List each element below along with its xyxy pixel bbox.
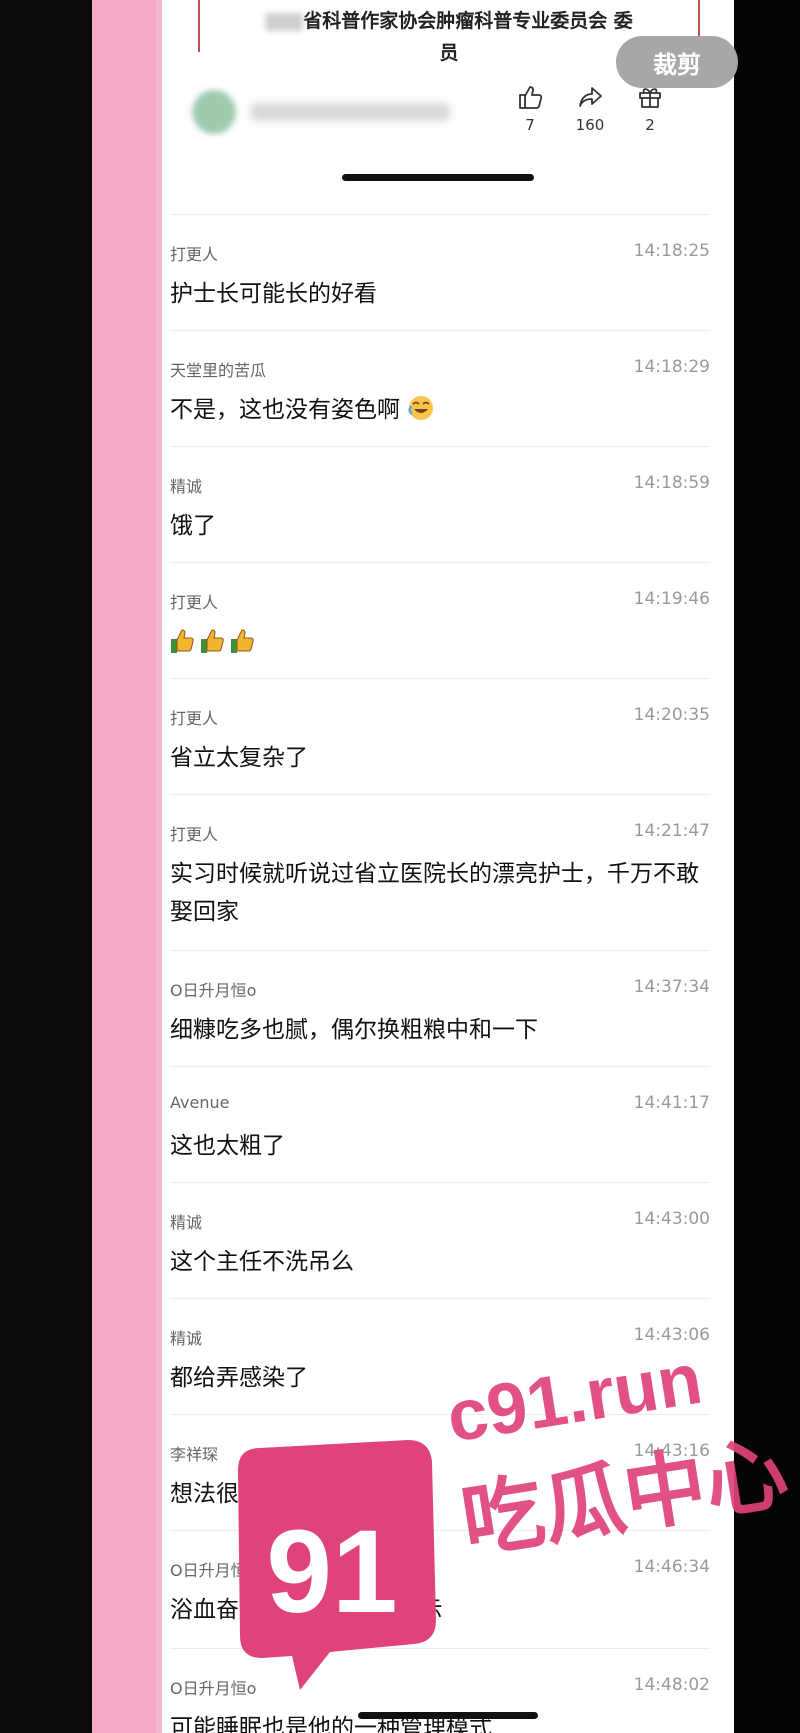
comment-item[interactable]: 精诚 14:18:59 饿了 (170, 446, 710, 563)
gift-button[interactable]: 2 (628, 84, 672, 134)
blurred-text (265, 12, 304, 31)
thumb-up-icon (519, 86, 543, 109)
like-count: 7 (525, 116, 535, 134)
comment-time: 14:21:47 (633, 821, 710, 841)
gift-icon (639, 88, 661, 108)
right-border (734, 0, 800, 1733)
comment-text-row: 浴血奋战吧 图里有提示 (170, 1591, 710, 1629)
home-indicator (342, 174, 534, 181)
comment-time: 14:43:16 (633, 1441, 710, 1461)
home-indicator-bottom (358, 1712, 538, 1719)
comment-user[interactable]: 打更人 (170, 241, 218, 265)
comment-emoji-row (170, 623, 710, 661)
share-button[interactable]: 160 (568, 84, 612, 134)
author-name-blurred (250, 103, 450, 121)
comment-time: 14:43:00 (633, 1209, 710, 1229)
comment-text: 这个主任不洗吊么 (170, 1249, 354, 1275)
laugh-cry-emoji-icon (408, 396, 434, 420)
comment-text: 护士长可能长的好看 (170, 281, 377, 307)
comment-time: 14:43:06 (633, 1325, 710, 1345)
comment-time: 14:18:25 (633, 241, 710, 261)
screenshot-frame: 省科普作家协会肿瘤科普专业委员会 委 员 裁剪 7 160 2 打更人 14:1… (0, 0, 800, 1733)
phone-screen: 省科普作家协会肿瘤科普专业委员会 委 员 裁剪 7 160 2 打更人 14:1… (162, 0, 738, 1733)
comment-item[interactable]: 打更人 14:18:25 护士长可能长的好看 (170, 214, 710, 331)
comment-text: 饿了 (170, 513, 216, 539)
comment-user[interactable]: 天堂里的苦瓜 (170, 357, 266, 381)
comment-item[interactable]: 打更人 14:21:47 实习时候就听说过省立医院长的漂亮护士，千万不敢娶回家 (170, 794, 710, 951)
author-row[interactable] (192, 90, 450, 134)
comment-user[interactable]: O日升月恒o (170, 1557, 256, 1581)
comment-time: 14:41:17 (633, 1093, 710, 1113)
comment-text: 图里有提示 (327, 1597, 443, 1623)
comment-item[interactable]: 精诚 14:43:00 这个主任不洗吊么 (170, 1182, 710, 1299)
comment-item[interactable]: 打更人 14:19:46 (170, 562, 710, 679)
comment-text: 都给弄感染了 (170, 1365, 308, 1391)
like-button[interactable]: 7 (508, 84, 552, 134)
comment-time: 14:18:29 (633, 357, 710, 377)
comment-user[interactable]: 李祥琛 (170, 1441, 218, 1465)
crop-button[interactable]: 裁剪 (616, 36, 738, 88)
comment-item[interactable]: 打更人 14:20:35 省立太复杂了 (170, 678, 710, 795)
avatar[interactable] (192, 90, 236, 134)
comment-item[interactable]: 李祥琛 14:43:16 想法很危险 (170, 1414, 710, 1531)
gift-count: 2 (645, 116, 655, 134)
comment-time: 14:37:34 (633, 977, 710, 997)
post-card-text-1: 省科普作家协会肿瘤科普专业委员会 委 (303, 10, 633, 32)
comment-user[interactable]: 精诚 (170, 473, 202, 497)
comment-item[interactable]: Avenue 14:41:17 这也太粗了 (170, 1066, 710, 1183)
comment-user[interactable]: Avenue (170, 1093, 229, 1112)
comment-time: 14:19:46 (633, 589, 710, 609)
comment-time: 14:48:02 (633, 1675, 710, 1695)
comment-text: 浴血奋战吧 (170, 1597, 285, 1623)
share-count: 160 (575, 116, 605, 134)
comment-item[interactable]: 天堂里的苦瓜 14:18:29 不是，这也没有姿色啊 (170, 330, 710, 447)
comment-user[interactable]: 打更人 (170, 821, 218, 845)
comment-text: 实习时候就听说过省立医院长的漂亮护士，千万不敢娶回家 (170, 861, 699, 925)
thumbs-up-emoji-icon (171, 629, 254, 653)
share-icon (579, 87, 602, 107)
comment-text: 这也太粗了 (170, 1133, 285, 1159)
left-border (0, 0, 92, 1733)
comment-user[interactable]: 打更人 (170, 589, 218, 613)
comment-text: 想法很危险 (170, 1481, 285, 1507)
comment-item[interactable]: O日升月恒o 14:46:34 浴血奋战吧 图里有提示 (170, 1530, 710, 1649)
comment-time: 14:20:35 (633, 705, 710, 725)
comment-text: 省立太复杂了 (170, 745, 308, 771)
comment-user[interactable]: O日升月恒o (170, 1675, 256, 1699)
comment-text: 细糠吃多也腻，偶尔换粗粮中和一下 (170, 1017, 538, 1043)
post-card-line-1: 省科普作家协会肿瘤科普专业委员会 委 (200, 6, 698, 33)
comment-time: 14:46:34 (633, 1557, 710, 1577)
comment-user[interactable]: O日升月恒o (170, 977, 256, 1001)
comment-user[interactable]: 打更人 (170, 705, 218, 729)
comment-item[interactable]: 精诚 14:43:06 都给弄感染了 (170, 1298, 710, 1415)
comment-item[interactable]: O日升月恒o 14:48:02 可能睡眠也是他的一种管理模式 (170, 1648, 710, 1733)
grin-emoji-icon (294, 1596, 319, 1620)
comment-text: 不是，这也没有姿色啊 (170, 397, 400, 423)
comment-item[interactable]: O日升月恒o 14:37:34 细糠吃多也腻，偶尔换粗粮中和一下 (170, 950, 710, 1067)
comment-user[interactable]: 精诚 (170, 1209, 202, 1233)
comment-user[interactable]: 精诚 (170, 1325, 202, 1349)
comment-time: 14:18:59 (633, 473, 710, 493)
pink-side-bar (92, 0, 162, 1733)
comment-text-row: 不是，这也没有姿色啊 (170, 391, 710, 429)
